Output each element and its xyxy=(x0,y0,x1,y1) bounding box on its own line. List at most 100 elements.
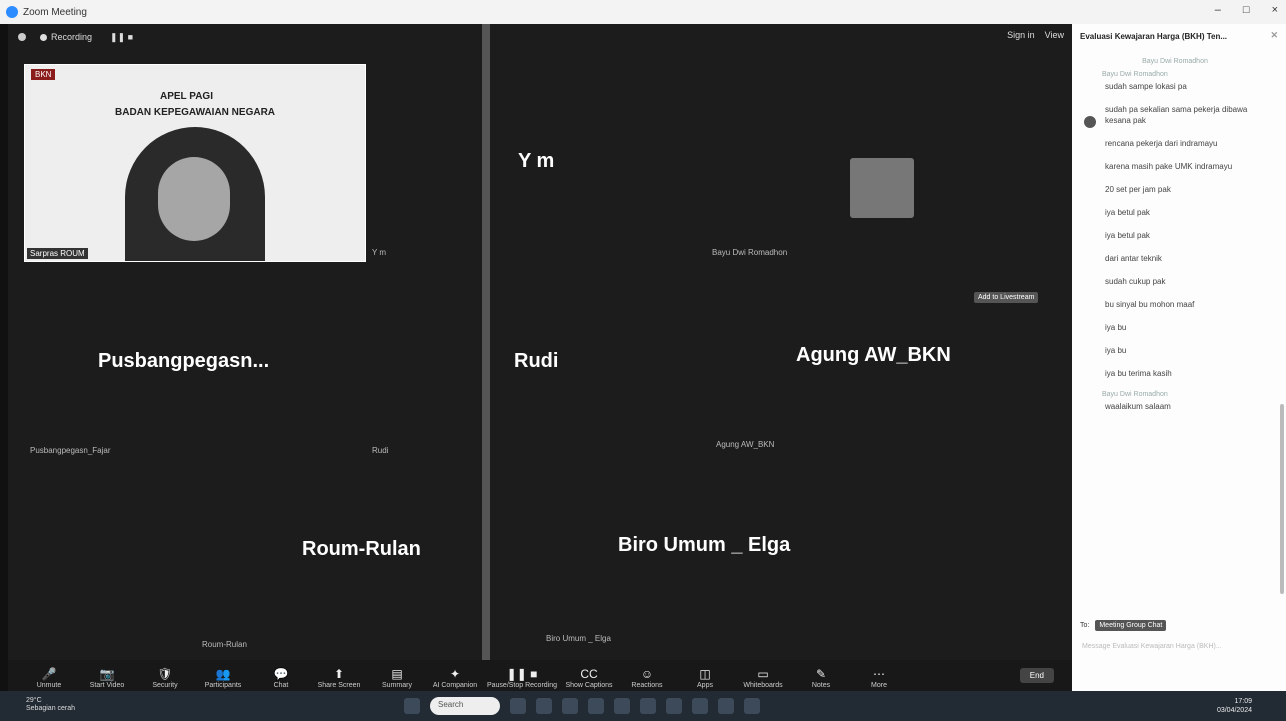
ai-companion-button[interactable]: ✦ AI Companion xyxy=(426,666,484,689)
speaker-face xyxy=(158,157,230,241)
meeting-area: Recording ❚❚ ■ Sign in View BKN APEL PAG… xyxy=(8,24,1072,691)
weather-widget[interactable]: 29°C Sebagian cerah xyxy=(26,697,75,713)
summary-icon: ▤ xyxy=(391,666,403,681)
chat-system-message: Bayu Dwi Romadhon xyxy=(1142,58,1208,65)
taskbar-app-icon[interactable] xyxy=(510,698,526,714)
captions-icon: CC xyxy=(580,666,598,681)
chat-sender: Bayu Dwi Romadhon xyxy=(1102,71,1168,78)
video-icon: 📷 xyxy=(99,666,115,681)
close-button[interactable]: × xyxy=(1272,4,1278,16)
chat-message: iya betul pak xyxy=(1105,231,1150,240)
participants-button[interactable]: 👥 Participants xyxy=(194,666,252,689)
maximize-button[interactable]: □ xyxy=(1243,4,1250,16)
chat-sender: Bayu Dwi Romadhon xyxy=(1102,391,1168,398)
record-icon: ❚❚ ■ xyxy=(506,666,538,681)
start-video-button[interactable]: 📷 Start Video xyxy=(78,666,136,689)
taskbar-app-icon[interactable] xyxy=(692,698,708,714)
summary-button[interactable]: ▤ Summary xyxy=(368,666,426,689)
zoom-logo-icon xyxy=(6,6,18,18)
chat-recipient: To: Meeting Group Chat xyxy=(1080,620,1167,631)
tile-label: Pusbangpegasn_Fajar xyxy=(30,446,111,455)
show-captions-button[interactable]: CC Show Captions xyxy=(560,666,618,689)
bkn-logo: BKN xyxy=(31,69,56,80)
windows-start-icon[interactable] xyxy=(404,698,420,714)
end-button[interactable]: End xyxy=(1019,668,1054,683)
taskbar-app-icon[interactable] xyxy=(588,698,604,714)
mic-icon: 🎤 xyxy=(41,666,57,681)
chat-panel: Evaluasi Kewajaran Harga (BKH) Ten... ✕ … xyxy=(1072,24,1286,691)
reactions-button[interactable]: ☺ Reactions xyxy=(618,666,676,689)
close-icon[interactable]: ✕ xyxy=(1270,30,1278,41)
chat-message: sudah pa sekalian sama pekerja dibawa ke… xyxy=(1105,105,1248,125)
taskbar-app-icon[interactable] xyxy=(536,698,552,714)
title-bar: Zoom Meeting – □ × xyxy=(0,0,1286,24)
chat-icon: 💬 xyxy=(273,666,289,681)
tile-label: Roum-Rulan xyxy=(202,640,247,649)
shield-icon[interactable] xyxy=(18,33,26,41)
chat-message: rencana pekerja dari indramayu xyxy=(1105,139,1218,148)
sender-avatar xyxy=(1084,116,1096,128)
apps-icon: ◫ xyxy=(699,666,711,681)
reactions-icon: ☺ xyxy=(640,666,654,681)
taskbar-app-icon[interactable] xyxy=(666,698,682,714)
security-button[interactable]: 🛡 Security xyxy=(136,666,194,689)
taskbar-app-icon[interactable] xyxy=(614,698,630,714)
chat-message: dari antar teknik xyxy=(1105,254,1162,263)
video-grid: BKN APEL PAGI BADAN KEPEGAWAIAN NEGARA S… xyxy=(8,54,1072,654)
taskbar-search[interactable]: Search xyxy=(430,697,500,715)
chat-header: Evaluasi Kewajaran Harga (BKH) Ten... ✕ xyxy=(1072,24,1286,48)
slide-title-2: BADAN KEPEGAWAIAN NEGARA xyxy=(115,107,276,118)
record-dot-icon xyxy=(40,33,47,41)
participants-icon: 👥 xyxy=(215,666,231,681)
tile-label: Y m xyxy=(372,248,387,257)
taskbar-clock[interactable]: 17:09 03/04/2024 xyxy=(1217,697,1252,715)
chat-message: waalaikum salaam xyxy=(1105,402,1171,411)
tile-name: Y m xyxy=(518,150,555,172)
tile-name: Biro Umum _ Elga xyxy=(618,534,791,556)
view-button[interactable]: View xyxy=(1045,30,1064,40)
windows-taskbar: 29°C Sebagian cerah Search 17:09 03/04/2… xyxy=(0,691,1286,721)
more-icon: ⋯ xyxy=(873,666,885,681)
pause-icon[interactable]: ❚❚ ■ xyxy=(110,32,133,43)
more-button[interactable]: ⋯ More xyxy=(850,666,908,689)
whiteboards-button[interactable]: ▭ Whiteboards xyxy=(734,666,792,689)
chat-message: sudah sampe lokasi pa xyxy=(1105,82,1187,91)
whiteboard-icon: ▭ xyxy=(757,666,769,681)
chat-scrollbar[interactable] xyxy=(1280,404,1284,594)
pane-divider[interactable] xyxy=(482,24,490,691)
chat-message: iya bu xyxy=(1105,323,1127,332)
taskbar-apps: Search xyxy=(404,697,760,715)
chat-input[interactable]: Message Evaluasi Kewajaran Harga (BKH)..… xyxy=(1082,642,1277,651)
taskbar-app-icon[interactable] xyxy=(562,698,578,714)
chat-message: bu sinyal bu mohon maaf xyxy=(1105,300,1195,309)
meeting-toolbar: 🎤 Unmute 📷 Start Video 🛡 Security 👥 Particip… xyxy=(8,660,1072,694)
chat-message: 20 set per jam pak xyxy=(1105,185,1171,194)
window-title: Zoom Meeting xyxy=(23,6,87,18)
participant-avatar xyxy=(850,158,914,218)
share-screen-button[interactable]: ⬆ Share Screen xyxy=(310,666,368,689)
chat-button[interactable]: 💬 Chat xyxy=(252,666,310,689)
chat-message: iya bu terima kasih xyxy=(1105,369,1172,378)
shared-slide-tile[interactable]: BKN APEL PAGI BADAN KEPEGAWAIAN NEGARA S… xyxy=(24,64,366,262)
tile-label: Rudi xyxy=(372,446,389,455)
add-to-livestream-button[interactable]: Add to Livestream xyxy=(974,292,1039,303)
chat-message: iya bu xyxy=(1105,346,1127,355)
recording-indicator[interactable]: Recording xyxy=(40,32,92,42)
chat-message: sudah cukup pak xyxy=(1105,277,1166,286)
pause-stop-recording-button[interactable]: ❚❚ ■ Pause/Stop Recording xyxy=(484,666,560,689)
taskbar-app-icon[interactable] xyxy=(744,698,760,714)
sign-in-button[interactable]: Sign in xyxy=(1007,30,1035,40)
taskbar-app-icon[interactable] xyxy=(718,698,734,714)
unmute-button[interactable]: 🎤 Unmute xyxy=(20,666,78,689)
chat-messages: Bayu Dwi Romadhon Bayu Dwi Romadhon suda… xyxy=(1072,58,1278,424)
recipient-dropdown[interactable]: Meeting Group Chat xyxy=(1095,620,1167,631)
taskbar-app-icon[interactable] xyxy=(640,698,656,714)
minimize-button[interactable]: – xyxy=(1215,4,1221,16)
apps-button[interactable]: ◫ Apps xyxy=(676,666,734,689)
chat-title: Evaluasi Kewajaran Harga (BKH) Ten... xyxy=(1080,31,1228,41)
tile-name: Agung AW_BKN xyxy=(796,344,951,366)
meeting-topbar: Recording ❚❚ ■ Sign in View xyxy=(8,24,1072,50)
notes-button[interactable]: ✎ Notes xyxy=(792,666,850,689)
tile-name: Pusbangpegasn... xyxy=(98,350,270,372)
share-icon: ⬆ xyxy=(333,666,345,681)
